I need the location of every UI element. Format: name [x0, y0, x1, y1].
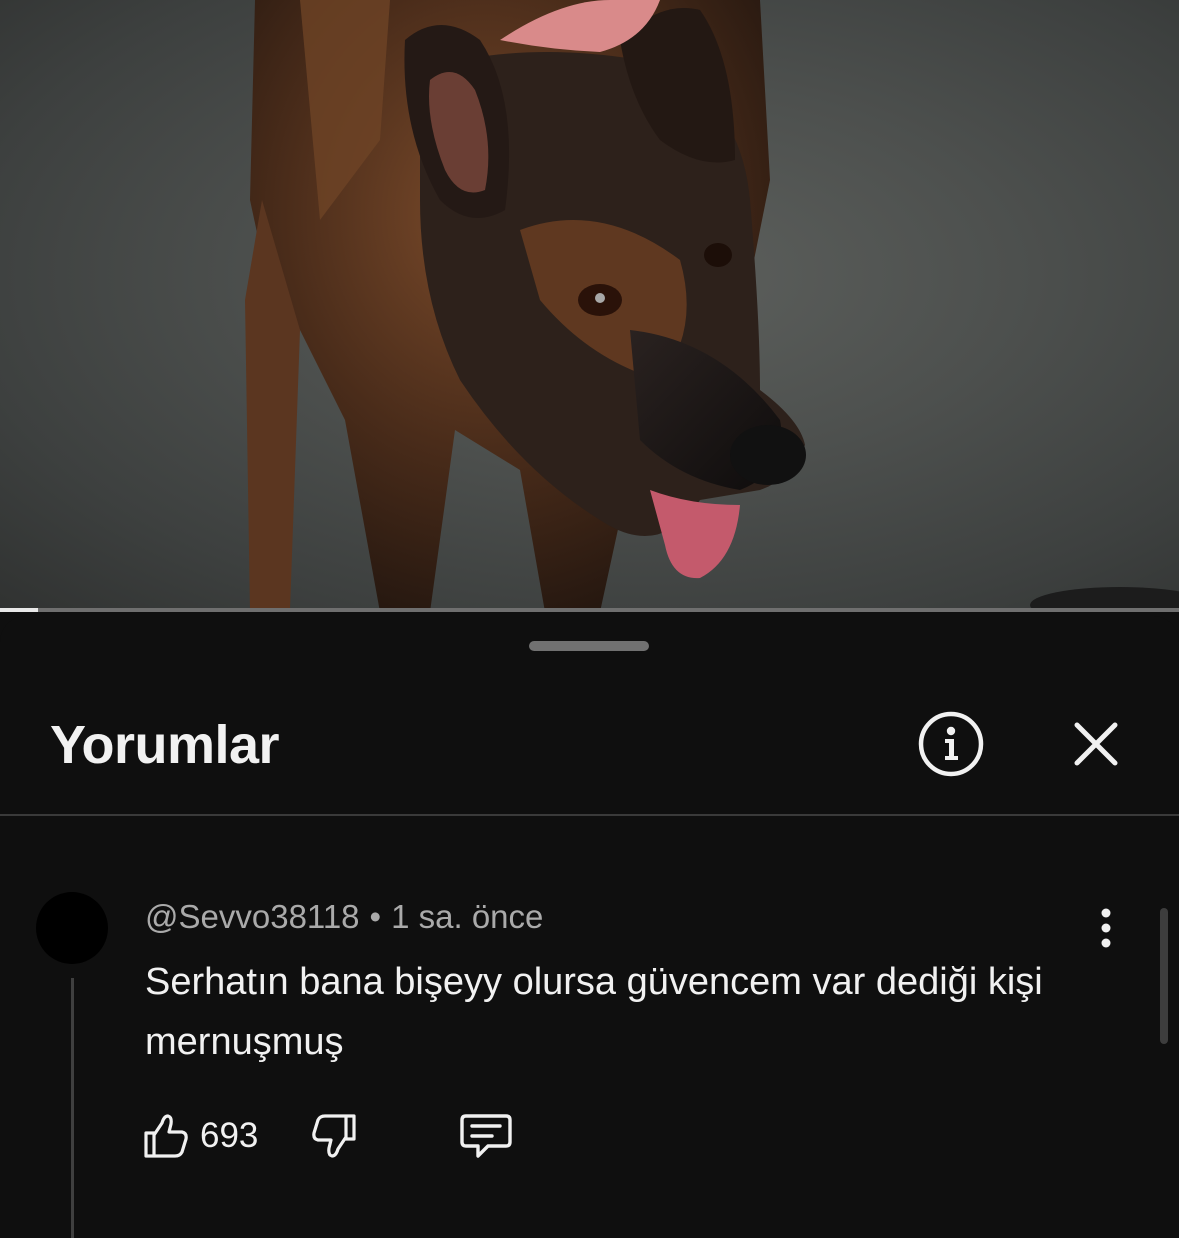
close-icon	[1074, 722, 1118, 766]
reply-button[interactable]	[458, 1106, 514, 1166]
scrollbar[interactable]	[1160, 908, 1168, 1044]
info-circle-icon	[918, 711, 984, 777]
dislike-button[interactable]	[310, 1106, 360, 1166]
like-button[interactable]: 693	[140, 1106, 258, 1166]
comment-time: 1 sa. önce	[391, 898, 544, 935]
comment-icon	[460, 1114, 512, 1158]
video-progress-fill	[0, 608, 38, 612]
video-frame-image	[245, 0, 1179, 612]
comment-text: Serhatın bana bişeyy olursa güvencem var…	[145, 961, 1043, 1063]
avatar[interactable]	[36, 892, 108, 964]
more-options-button[interactable]	[1088, 904, 1124, 952]
video-progress-bar[interactable]	[0, 608, 1179, 612]
thumbs-down-icon	[312, 1114, 356, 1158]
comment-author[interactable]: @Sevvo38118	[145, 898, 360, 935]
panel-title: Yorumlar	[50, 715, 280, 775]
comment-meta: @Sevvo38118 • 1 sa. önce	[145, 898, 543, 936]
drag-handle[interactable]	[529, 641, 649, 651]
header-divider	[0, 814, 1179, 816]
video-player[interactable]	[0, 0, 1179, 612]
meta-separator: •	[369, 898, 382, 935]
comments-panel: Yorumlar @Sevvo38118 • 1 sa. önce Serhatın…	[0, 616, 1179, 1238]
reply-thread-line	[71, 978, 74, 1238]
like-count: 693	[200, 1116, 259, 1155]
close-button[interactable]	[1060, 708, 1132, 780]
more-vertical-icon	[1101, 908, 1111, 948]
thumbs-up-icon	[144, 1114, 188, 1158]
comment-actions: 693	[140, 1106, 560, 1166]
info-button[interactable]	[915, 708, 987, 780]
